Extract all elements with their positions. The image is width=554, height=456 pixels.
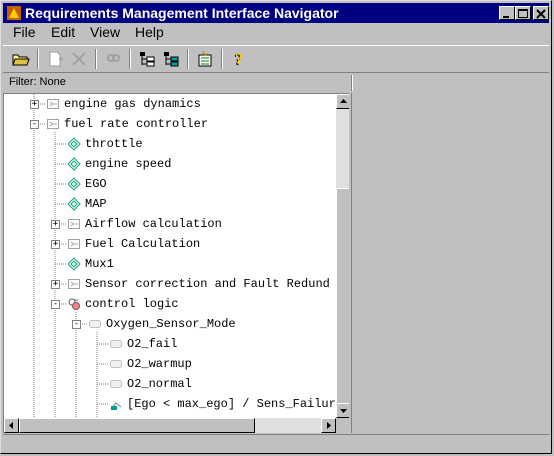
subsystem-icon [47, 99, 59, 109]
tree-node-label: Oxygen_Sensor_Mode [106, 317, 236, 331]
detail-pane [351, 93, 549, 433]
tree-node-label: engine speed [85, 157, 172, 171]
vertical-scrollbar[interactable] [336, 94, 349, 418]
subsystem-icon [68, 279, 80, 289]
arrow-up-icon [340, 99, 347, 103]
port-icon [67, 177, 81, 191]
open-folder-icon[interactable] [11, 49, 31, 69]
delete-icon[interactable] [69, 49, 89, 69]
port-icon [67, 157, 81, 171]
collapse-node-icon[interactable]: - [51, 300, 60, 309]
navigator-window: Requirements Management Interface Naviga… [0, 0, 552, 454]
tree-collapse-icon[interactable] [161, 49, 181, 69]
state-icon [110, 360, 122, 368]
toolbar-separator [95, 49, 97, 69]
maximize-icon [518, 9, 528, 18]
subsystem-icon [68, 239, 80, 249]
subsystem-icon [68, 219, 80, 229]
requirements-tree[interactable]: engine gas dynamics + fuel rate controller… [3, 93, 349, 433]
title-bar[interactable]: Requirements Management Interface Naviga… [3, 3, 549, 23]
tree-node-label: [Ego < max_ego] / Sens_Failur [127, 397, 336, 411]
find-icon[interactable] [103, 49, 123, 69]
tree-node-label: MAP [85, 197, 107, 211]
tree-node-label: EGO [85, 177, 107, 191]
arrow-left-icon [9, 422, 13, 429]
collapse-node-icon[interactable]: - [72, 320, 81, 329]
state-icon [89, 320, 101, 328]
menu-file[interactable]: File [13, 24, 36, 40]
scroll-right-button[interactable] [321, 418, 336, 433]
arrow-down-icon [340, 409, 347, 413]
filter-bar: Filter: None [3, 74, 549, 92]
maximize-button[interactable] [515, 6, 531, 20]
close-icon [536, 9, 546, 19]
menu-edit[interactable]: Edit [51, 24, 75, 40]
tree-node-label: engine gas dynamics [64, 97, 201, 111]
tree-node-label: Airflow calculation [85, 217, 222, 231]
toolbar-separator [187, 49, 189, 69]
port-icon [67, 137, 81, 151]
menu-view[interactable]: View [90, 24, 120, 40]
menu-bar: File Edit View Help [3, 23, 549, 43]
tree-node-label: fuel rate controller [64, 117, 209, 131]
window-title: Requirements Management Interface Naviga… [25, 5, 339, 21]
subsystem-icon [47, 119, 59, 129]
toolbar-separator [37, 49, 39, 69]
port-icon [67, 257, 81, 271]
expand-node-icon[interactable]: + [51, 240, 60, 249]
close-button[interactable] [533, 6, 549, 20]
horizontal-scrollbar[interactable] [4, 418, 336, 433]
tree-node-label: control logic [85, 297, 179, 311]
properties-icon[interactable] [195, 49, 215, 69]
port-icon [67, 197, 81, 211]
tree-node-label: O2_fail [127, 337, 178, 351]
app-icon [7, 6, 21, 20]
scroll-left-button[interactable] [4, 418, 19, 433]
tree-node-label: throttle [85, 137, 143, 151]
scroll-corner [336, 418, 349, 433]
toolbar-separator [221, 49, 223, 69]
collapse-node-icon[interactable]: - [30, 120, 39, 129]
scroll-up-button[interactable] [336, 94, 349, 109]
tree-node-label: Fuel Calculation [85, 237, 201, 251]
tree-node-label: Sensor correction and Fault Redund [85, 277, 330, 291]
filter-divider[interactable] [351, 75, 353, 91]
status-bar [3, 434, 549, 452]
scroll-down-button[interactable] [336, 403, 349, 418]
tree-expand-icon[interactable] [137, 49, 157, 69]
horizontal-scroll-thumb[interactable] [19, 418, 255, 433]
tree-node-label: O2_normal [127, 377, 192, 391]
state-icon [110, 340, 122, 348]
state-icon [110, 380, 122, 388]
vertical-scroll-thumb[interactable] [336, 188, 349, 404]
minimize-icon [503, 16, 509, 18]
toolbar-separator [129, 49, 131, 69]
arrow-right-icon [327, 422, 331, 429]
tree-node-label: O2_warmup [127, 357, 192, 371]
tree-node-label: Mux1 [85, 257, 114, 271]
menu-help[interactable]: Help [135, 24, 164, 40]
new-item-icon[interactable] [45, 49, 65, 69]
expand-node-icon[interactable]: + [51, 280, 60, 289]
expand-node-icon[interactable]: + [30, 100, 39, 109]
stateflow-icon [68, 298, 80, 310]
minimize-button[interactable] [499, 6, 515, 20]
transition-icon [110, 398, 122, 410]
toolbar: ? ? [3, 45, 549, 73]
expand-node-icon[interactable]: + [51, 220, 60, 229]
svg-text:?: ? [235, 51, 243, 68]
help-icon[interactable]: ? ? [229, 49, 249, 69]
filter-label: Filter: None [9, 76, 66, 88]
